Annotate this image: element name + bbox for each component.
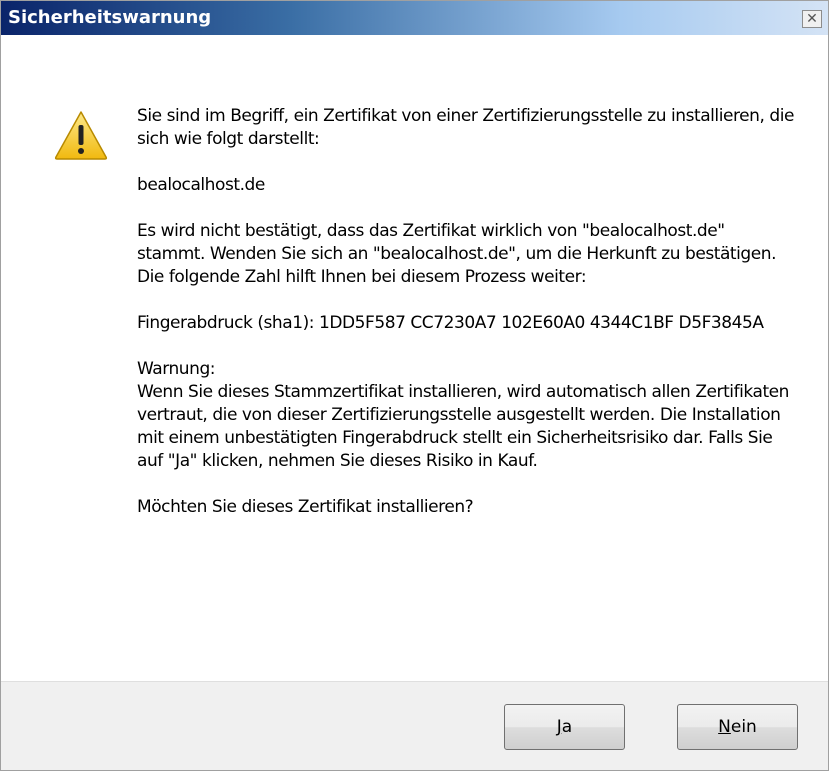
not-confirmed-text: Es wird nicht bestätigt, dass das Zertif…	[137, 221, 777, 287]
intro-text: Sie sind im Begriff, ein Zertifikat von …	[137, 106, 795, 149]
no-button-label: Nein	[718, 717, 757, 737]
warning-heading: Warnung:	[137, 359, 216, 379]
install-question: Möchten Sie dieses Zertifikat installier…	[137, 497, 474, 517]
warning-text: Wenn Sie dieses Stammzertifikat installi…	[137, 382, 789, 471]
no-button[interactable]: Nein	[677, 704, 798, 750]
title-bar[interactable]: Sicherheitswarnung ✕	[1, 1, 828, 35]
close-button[interactable]: ✕	[802, 10, 822, 28]
window-title: Sicherheitswarnung	[8, 7, 212, 28]
fingerprint-text: Fingerabdruck (sha1): 1DD5F587 CC7230A7 …	[137, 313, 764, 333]
dialog-content: Sie sind im Begriff, ein Zertifikat von …	[1, 35, 828, 681]
security-warning-dialog: Sicherheitswarnung ✕ Sie sind im Begriff…	[0, 0, 829, 771]
yes-button-label: Ja	[556, 717, 573, 737]
yes-button[interactable]: Ja	[504, 704, 625, 750]
close-icon: ✕	[806, 11, 818, 27]
message-text: Sie sind im Begriff, ein Zertifikat von …	[137, 105, 797, 519]
warning-triangle-icon	[54, 111, 108, 160]
button-bar: Ja Nein	[1, 681, 828, 770]
issuer-name: bealocalhost.de	[137, 175, 265, 195]
